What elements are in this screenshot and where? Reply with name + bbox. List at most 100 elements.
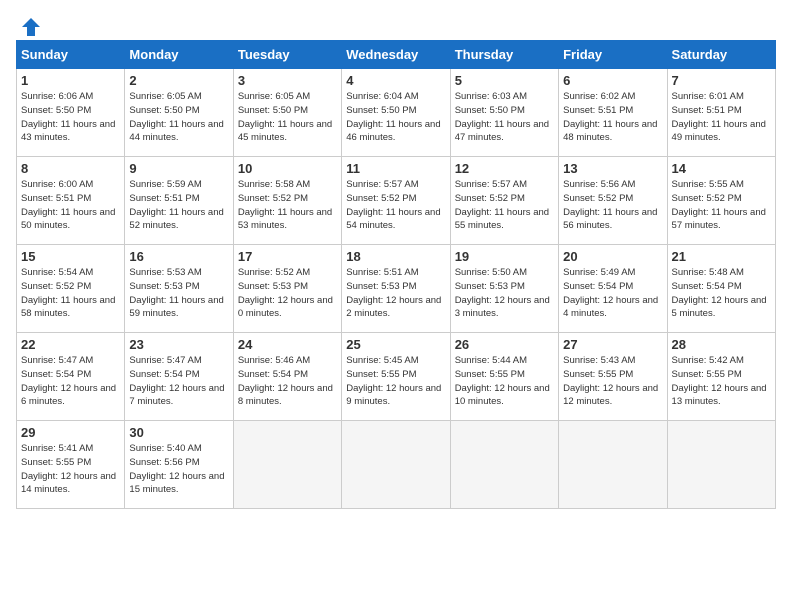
day-number: 8 xyxy=(21,161,120,176)
day-number: 9 xyxy=(129,161,228,176)
day-info: Sunrise: 6:00 AMSunset: 5:51 PMDaylight:… xyxy=(21,179,115,231)
col-header-monday: Monday xyxy=(125,41,233,69)
day-info: Sunrise: 6:03 AMSunset: 5:50 PMDaylight:… xyxy=(455,91,549,143)
calendar-cell xyxy=(233,421,341,509)
calendar-cell: 3 Sunrise: 6:05 AMSunset: 5:50 PMDaylight… xyxy=(233,69,341,157)
day-info: Sunrise: 5:49 AMSunset: 5:54 PMDaylight:… xyxy=(563,267,658,319)
day-info: Sunrise: 5:54 AMSunset: 5:52 PMDaylight:… xyxy=(21,267,115,319)
calendar-cell: 12 Sunrise: 5:57 AMSunset: 5:52 PMDayligh… xyxy=(450,157,558,245)
calendar-cell: 13 Sunrise: 5:56 AMSunset: 5:52 PMDayligh… xyxy=(559,157,667,245)
day-info: Sunrise: 5:42 AMSunset: 5:55 PMDaylight:… xyxy=(672,355,767,407)
calendar-cell: 15 Sunrise: 5:54 AMSunset: 5:52 PMDayligh… xyxy=(17,245,125,333)
calendar-cell: 8 Sunrise: 6:00 AMSunset: 5:51 PMDaylight… xyxy=(17,157,125,245)
day-number: 30 xyxy=(129,425,228,440)
day-number: 25 xyxy=(346,337,445,352)
calendar-cell: 28 Sunrise: 5:42 AMSunset: 5:55 PMDayligh… xyxy=(667,333,775,421)
calendar-cell: 4 Sunrise: 6:04 AMSunset: 5:50 PMDaylight… xyxy=(342,69,450,157)
day-info: Sunrise: 6:05 AMSunset: 5:50 PMDaylight:… xyxy=(238,91,332,143)
calendar-cell: 10 Sunrise: 5:58 AMSunset: 5:52 PMDayligh… xyxy=(233,157,341,245)
day-number: 18 xyxy=(346,249,445,264)
day-number: 13 xyxy=(563,161,662,176)
day-info: Sunrise: 5:56 AMSunset: 5:52 PMDaylight:… xyxy=(563,179,657,231)
day-info: Sunrise: 5:43 AMSunset: 5:55 PMDaylight:… xyxy=(563,355,658,407)
day-number: 1 xyxy=(21,73,120,88)
calendar-cell: 16 Sunrise: 5:53 AMSunset: 5:53 PMDayligh… xyxy=(125,245,233,333)
calendar-table: SundayMondayTuesdayWednesdayThursdayFrid… xyxy=(16,40,776,509)
day-number: 3 xyxy=(238,73,337,88)
day-number: 14 xyxy=(672,161,771,176)
day-number: 4 xyxy=(346,73,445,88)
day-info: Sunrise: 6:02 AMSunset: 5:51 PMDaylight:… xyxy=(563,91,657,143)
calendar-cell: 27 Sunrise: 5:43 AMSunset: 5:55 PMDayligh… xyxy=(559,333,667,421)
day-info: Sunrise: 5:48 AMSunset: 5:54 PMDaylight:… xyxy=(672,267,767,319)
col-header-tuesday: Tuesday xyxy=(233,41,341,69)
calendar-cell xyxy=(559,421,667,509)
calendar-cell: 19 Sunrise: 5:50 AMSunset: 5:53 PMDayligh… xyxy=(450,245,558,333)
day-number: 29 xyxy=(21,425,120,440)
calendar-cell: 20Sunrise: 5:49 AMSunset: 5:54 PMDayligh… xyxy=(559,245,667,333)
day-number: 5 xyxy=(455,73,554,88)
day-info: Sunrise: 6:01 AMSunset: 5:51 PMDaylight:… xyxy=(672,91,766,143)
day-number: 24 xyxy=(238,337,337,352)
logo-icon xyxy=(20,16,42,38)
day-info: Sunrise: 6:04 AMSunset: 5:50 PMDaylight:… xyxy=(346,91,440,143)
calendar-cell: 11 Sunrise: 5:57 AMSunset: 5:52 PMDayligh… xyxy=(342,157,450,245)
day-number: 15 xyxy=(21,249,120,264)
calendar-cell: 30 Sunrise: 5:40 AMSunset: 5:56 PMDayligh… xyxy=(125,421,233,509)
calendar-cell: 24Sunrise: 5:46 AMSunset: 5:54 PMDayligh… xyxy=(233,333,341,421)
day-number: 12 xyxy=(455,161,554,176)
day-number: 7 xyxy=(672,73,771,88)
col-header-wednesday: Wednesday xyxy=(342,41,450,69)
day-number: 27 xyxy=(563,337,662,352)
day-info: Sunrise: 5:50 AMSunset: 5:53 PMDaylight:… xyxy=(455,267,550,319)
calendar-cell: 17 Sunrise: 5:52 AMSunset: 5:53 PMDayligh… xyxy=(233,245,341,333)
day-number: 10 xyxy=(238,161,337,176)
day-info: Sunrise: 5:47 AMSunset: 5:54 PMDaylight:… xyxy=(21,355,116,407)
day-number: 23 xyxy=(129,337,228,352)
day-info: Sunrise: 5:55 AMSunset: 5:52 PMDaylight:… xyxy=(672,179,766,231)
calendar-cell xyxy=(342,421,450,509)
calendar-cell: 14 Sunrise: 5:55 AMSunset: 5:52 PMDayligh… xyxy=(667,157,775,245)
day-info: Sunrise: 5:47 AMSunset: 5:54 PMDaylight:… xyxy=(129,355,224,407)
day-number: 16 xyxy=(129,249,228,264)
day-info: Sunrise: 5:52 AMSunset: 5:53 PMDaylight:… xyxy=(238,267,333,319)
day-number: 19 xyxy=(455,249,554,264)
calendar-cell: 9Sunrise: 5:59 AMSunset: 5:51 PMDaylight… xyxy=(125,157,233,245)
calendar-cell xyxy=(450,421,558,509)
day-number: 6 xyxy=(563,73,662,88)
day-info: Sunrise: 6:06 AMSunset: 5:50 PMDaylight:… xyxy=(21,91,115,143)
day-number: 22 xyxy=(21,337,120,352)
calendar-cell: 29 Sunrise: 5:41 AMSunset: 5:55 PMDayligh… xyxy=(17,421,125,509)
calendar-cell: 1 Sunrise: 6:06 AMSunset: 5:50 PMDaylight… xyxy=(17,69,125,157)
col-header-sunday: Sunday xyxy=(17,41,125,69)
day-info: Sunrise: 5:53 AMSunset: 5:53 PMDaylight:… xyxy=(129,267,223,319)
calendar-cell: 25 Sunrise: 5:45 AMSunset: 5:55 PMDayligh… xyxy=(342,333,450,421)
day-info: Sunrise: 5:45 AMSunset: 5:55 PMDaylight:… xyxy=(346,355,441,407)
day-number: 11 xyxy=(346,161,445,176)
day-number: 26 xyxy=(455,337,554,352)
col-header-friday: Friday xyxy=(559,41,667,69)
day-info: Sunrise: 6:05 AMSunset: 5:50 PMDaylight:… xyxy=(129,91,223,143)
calendar-cell: 18 Sunrise: 5:51 AMSunset: 5:53 PMDayligh… xyxy=(342,245,450,333)
col-header-saturday: Saturday xyxy=(667,41,775,69)
day-number: 21 xyxy=(672,249,771,264)
day-info: Sunrise: 5:57 AMSunset: 5:52 PMDaylight:… xyxy=(455,179,549,231)
calendar-cell: 6 Sunrise: 6:02 AMSunset: 5:51 PMDaylight… xyxy=(559,69,667,157)
day-info: Sunrise: 5:40 AMSunset: 5:56 PMDaylight:… xyxy=(129,443,224,495)
day-info: Sunrise: 5:57 AMSunset: 5:52 PMDaylight:… xyxy=(346,179,440,231)
calendar-cell: 26 Sunrise: 5:44 AMSunset: 5:55 PMDayligh… xyxy=(450,333,558,421)
calendar-cell xyxy=(667,421,775,509)
day-number: 17 xyxy=(238,249,337,264)
col-header-thursday: Thursday xyxy=(450,41,558,69)
calendar-cell: 23 Sunrise: 5:47 AMSunset: 5:54 PMDayligh… xyxy=(125,333,233,421)
day-info: Sunrise: 5:58 AMSunset: 5:52 PMDaylight:… xyxy=(238,179,332,231)
calendar-cell: 22 Sunrise: 5:47 AMSunset: 5:54 PMDayligh… xyxy=(17,333,125,421)
calendar-cell: 7 Sunrise: 6:01 AMSunset: 5:51 PMDaylight… xyxy=(667,69,775,157)
day-number: 2 xyxy=(129,73,228,88)
logo xyxy=(16,16,42,34)
calendar-cell: 21 Sunrise: 5:48 AMSunset: 5:54 PMDayligh… xyxy=(667,245,775,333)
day-info: Sunrise: 5:41 AMSunset: 5:55 PMDaylight:… xyxy=(21,443,116,495)
day-number: 28 xyxy=(672,337,771,352)
day-info: Sunrise: 5:51 AMSunset: 5:53 PMDaylight:… xyxy=(346,267,441,319)
day-info: Sunrise: 5:44 AMSunset: 5:55 PMDaylight:… xyxy=(455,355,550,407)
